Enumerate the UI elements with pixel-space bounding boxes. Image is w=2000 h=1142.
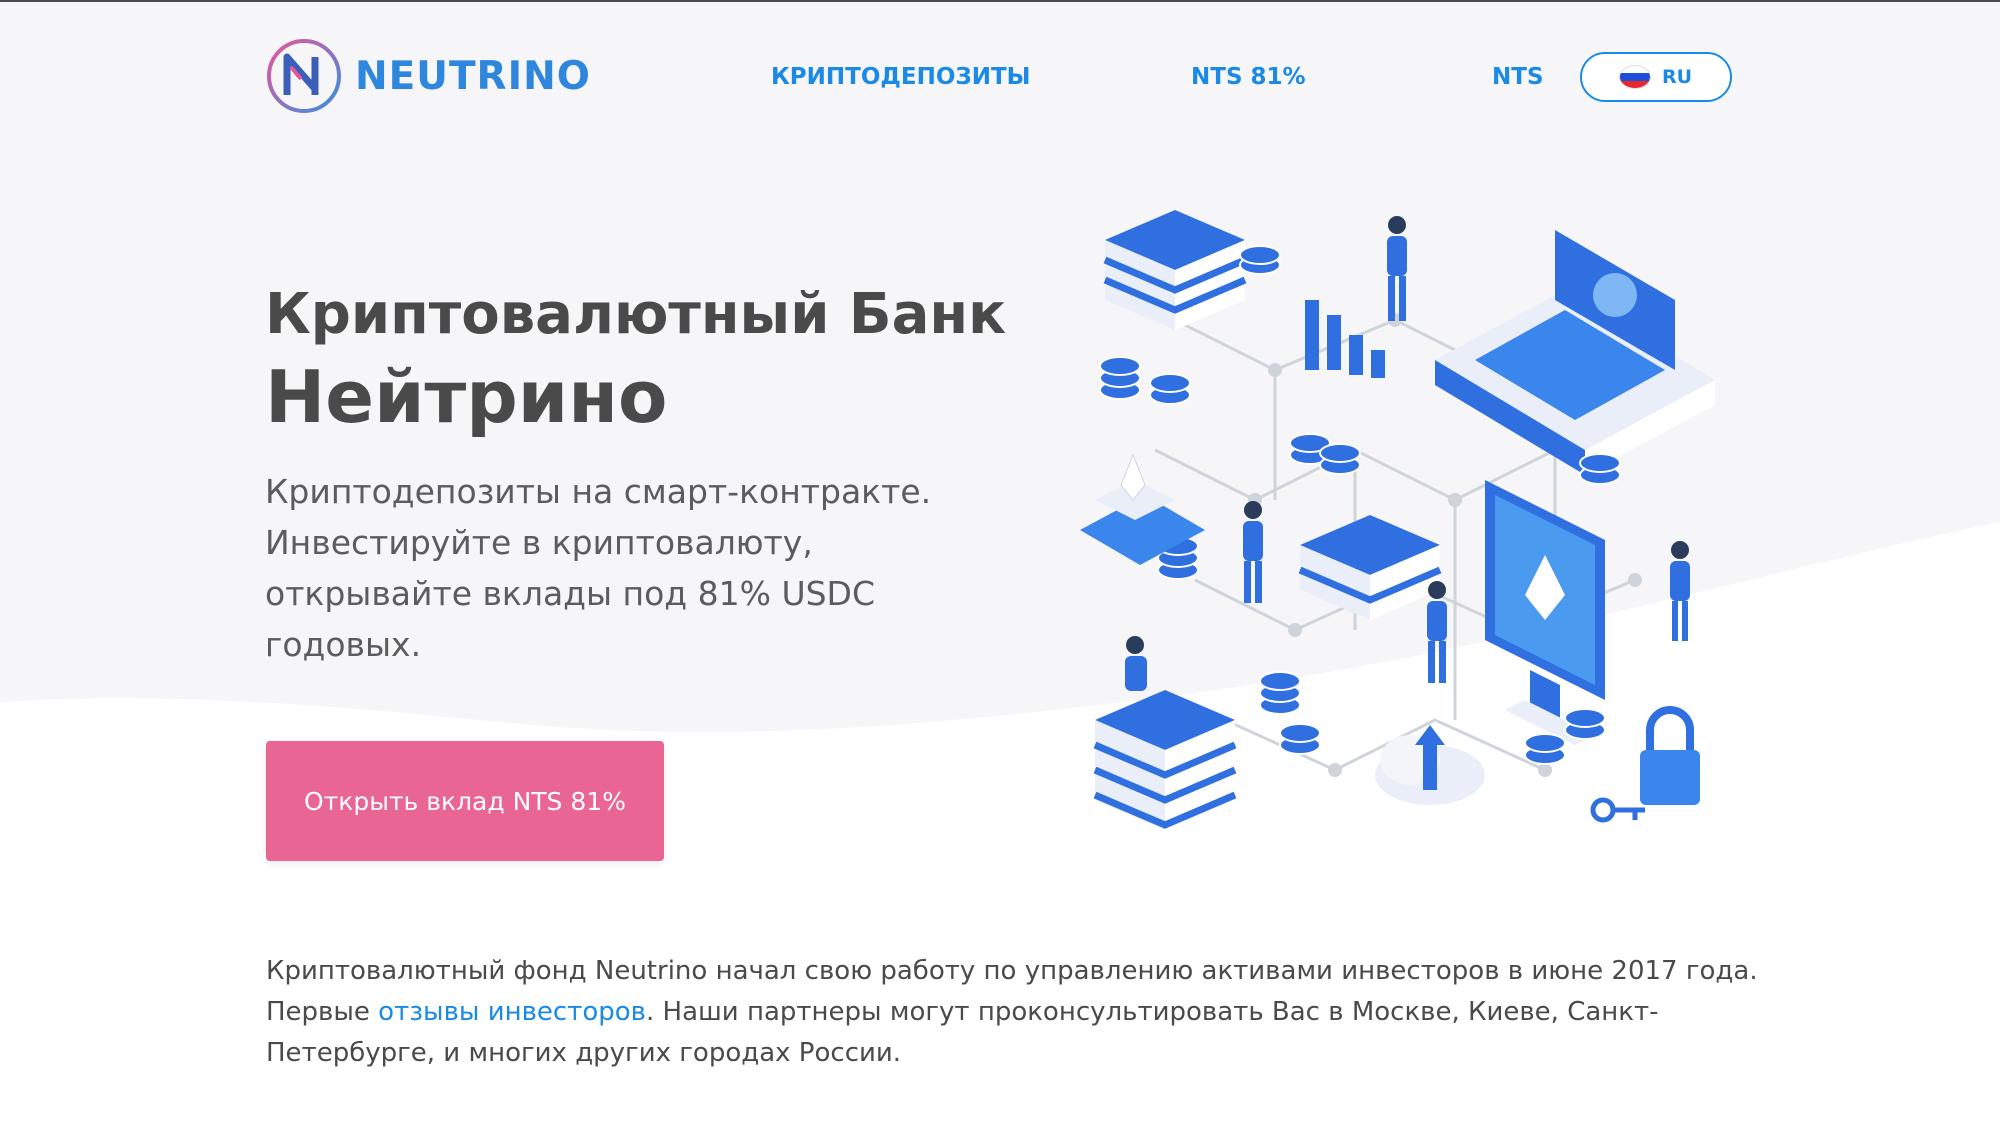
logo[interactable]: NEUTRINO bbox=[265, 37, 591, 115]
neutrino-logo-icon bbox=[267, 39, 341, 113]
russia-flag-icon bbox=[1619, 66, 1650, 88]
nav-link-cryptodeposits[interactable]: КРИПТОДЕПОЗИТЫ bbox=[771, 64, 1031, 90]
server-stack-top-left bbox=[1103, 210, 1247, 330]
open-deposit-button[interactable]: Открыть вклад NTS 81% bbox=[266, 741, 664, 861]
hero-title-line2: Нейтрино bbox=[265, 355, 668, 439]
language-label: RU bbox=[1661, 66, 1693, 88]
nav-link-nts-81[interactable]: NTS 81% bbox=[1191, 64, 1306, 90]
nav-link-nts[interactable]: NTS bbox=[1492, 64, 1544, 90]
hero-subtitle: Криптодепозиты на смарт-контракте. Инвес… bbox=[265, 472, 932, 664]
crypto-bank-illustration bbox=[1080, 210, 1715, 830]
language-selector[interactable]: RU bbox=[1580, 52, 1732, 102]
hero-title-line1: Криптовалютный Банк bbox=[265, 282, 1007, 347]
investor-reviews-link[interactable]: отзывы инвесторов bbox=[378, 997, 646, 1027]
logo-text: NEUTRINO bbox=[355, 53, 591, 99]
about-paragraph: Криптовалютный фонд Neutrino начал свою … bbox=[266, 951, 1766, 1074]
